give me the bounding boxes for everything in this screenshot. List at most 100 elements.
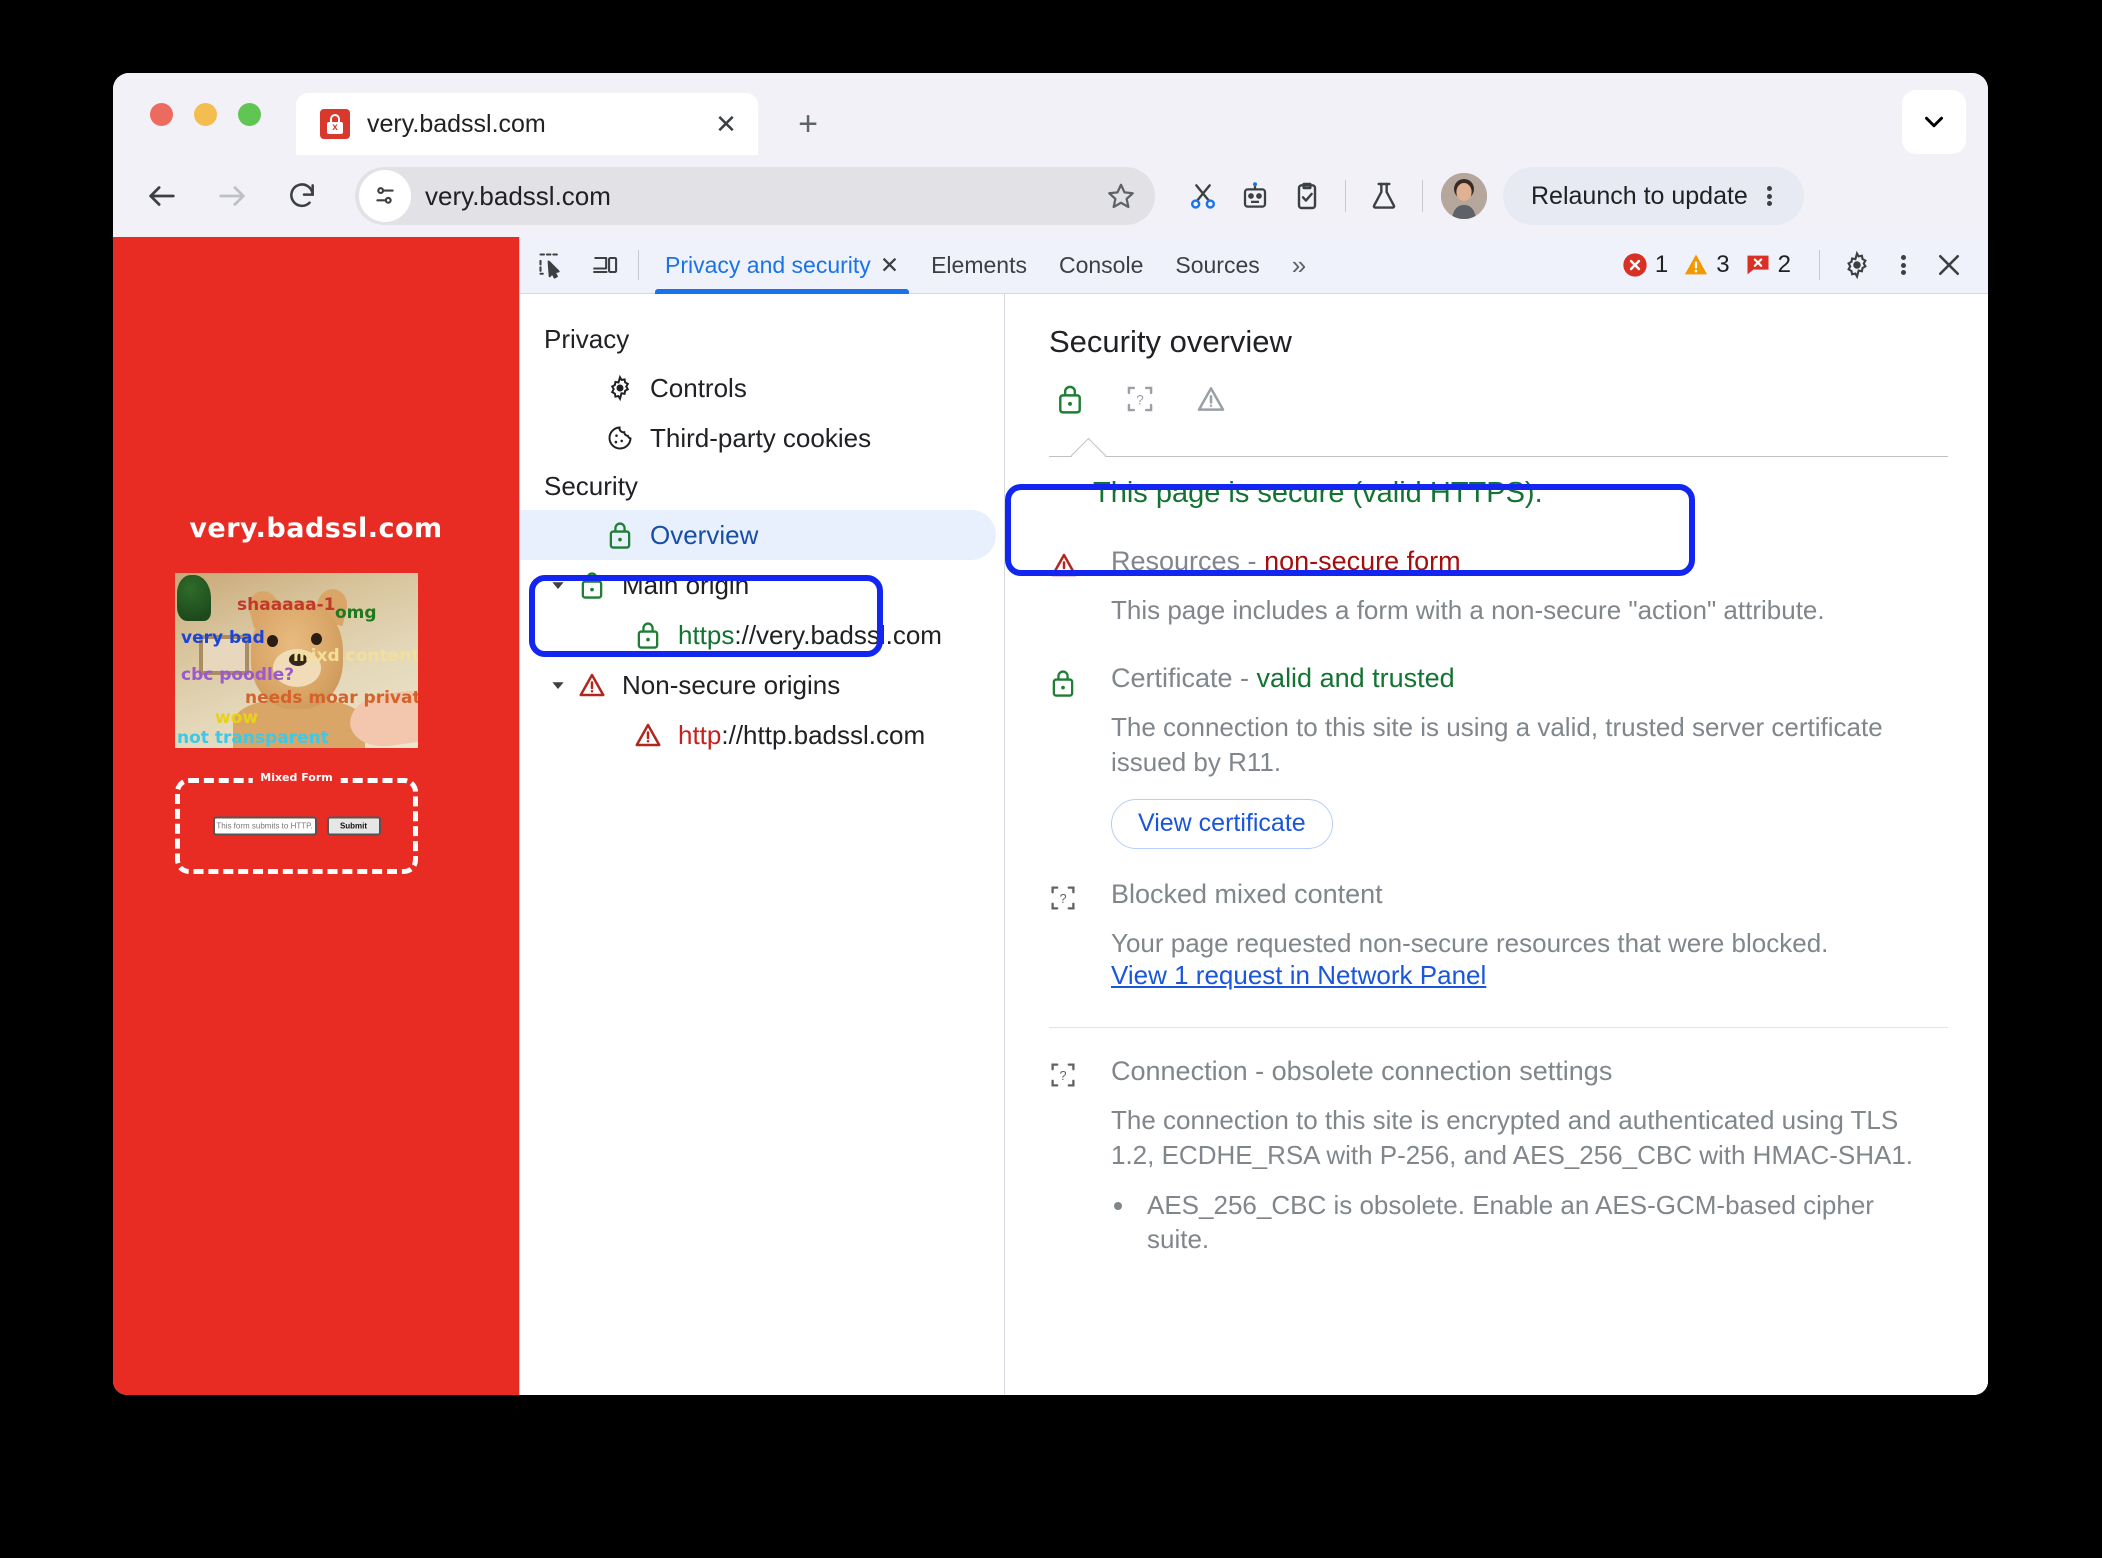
new-tab-button[interactable]: + — [785, 101, 831, 147]
flask-icon[interactable] — [1358, 170, 1410, 222]
doge-overlay-word: omg — [335, 603, 377, 623]
issue-count: 2 — [1777, 251, 1791, 278]
sidebar-item-controls[interactable]: Controls — [520, 363, 1004, 413]
security-block-status: valid and trusted — [1256, 663, 1455, 694]
sidebar-item-overview[interactable]: Overview — [520, 510, 996, 560]
tab-elements[interactable]: Elements — [915, 237, 1043, 294]
mixed-form-input[interactable]: This form submits to HTTP. — [212, 816, 317, 836]
gear-icon[interactable] — [1834, 242, 1880, 288]
kebab-menu-icon[interactable] — [1880, 242, 1926, 288]
lock-green-icon — [628, 619, 668, 651]
doge-overlay-word: shaaaaa-1 — [237, 595, 336, 615]
sidebar-item-third-party-cookies[interactable]: Third-party cookies — [520, 413, 1004, 463]
maximize-window-button[interactable] — [238, 103, 261, 126]
minimize-window-button[interactable] — [194, 103, 217, 126]
devtools-sidebar: Privacy Controls Third-party cookies Securi… — [520, 294, 1005, 1395]
security-block-description: Your page requested non-secure resources… — [1111, 927, 1829, 958]
sidebar-item-label: Main origin — [622, 569, 750, 600]
error-count: 1 — [1654, 251, 1669, 278]
svg-text:?: ? — [1136, 393, 1144, 408]
avatar[interactable] — [1441, 173, 1487, 219]
sidebar-item-main-origin[interactable]: Main origin — [520, 560, 1004, 610]
browser-tab[interactable]: x very.badssl.com ✕ — [296, 93, 758, 155]
sidebar-item-non-secure-origins[interactable]: Non-secure origins — [520, 660, 1004, 710]
security-block-description: This page includes a form with a non-sec… — [1111, 595, 1825, 625]
security-block-title: Connection - obsolete connection setting… — [1111, 1056, 1613, 1087]
page-viewport: very.badssl.com shaaaaa-1 omg very bad mixd… — [113, 237, 519, 1395]
sidebar-item-label: Third-party cookies — [650, 422, 872, 453]
sidebar-item-http-http-badssl-com[interactable]: http://http.badssl.com — [520, 710, 1004, 760]
security-block-content: Resources - non-secure form This page inc… — [1111, 546, 1948, 627]
mixed-form-submit-button[interactable]: Submit — [326, 816, 381, 836]
unknown-dashed-icon: ? — [1049, 1056, 1111, 1256]
close-tab-button[interactable]: ✕ — [706, 104, 746, 144]
toolbar-divider — [1345, 180, 1346, 212]
tab-console[interactable]: Console — [1043, 237, 1159, 294]
tab-label: Sources — [1175, 251, 1260, 278]
scissors-icon[interactable] — [1177, 170, 1229, 222]
page-title: Security overview — [1049, 324, 1292, 359]
view-requests-link[interactable]: View 1 request in Network Panel — [1111, 960, 1938, 991]
doge-overlay-word: not transparent — [177, 728, 329, 748]
sidebar-item-label: Overview — [650, 519, 759, 550]
security-block-title: Certificate - valid and trusted — [1111, 663, 1455, 694]
doge-overlay-word: wow — [215, 708, 259, 728]
robot-icon[interactable] — [1229, 170, 1281, 222]
warning-counter[interactable]: 3 — [1682, 251, 1730, 279]
lock-green-icon — [572, 569, 612, 601]
sidebar-section-privacy: Privacy — [544, 324, 630, 354]
tune-icon[interactable] — [359, 170, 411, 222]
back-arrow-icon[interactable] — [133, 167, 191, 225]
address-bar-url[interactable]: very.badssl.com — [425, 181, 1093, 212]
cookie-icon — [600, 424, 640, 452]
tab-label: Elements — [931, 251, 1027, 278]
unknown-dashed-icon: ? — [1125, 383, 1155, 420]
devtools-tabs: Privacy and security ✕ Elements Console Sour… — [649, 237, 1276, 294]
issue-counter[interactable]: 2 — [1744, 251, 1791, 279]
clipboard-check-icon[interactable] — [1281, 170, 1333, 222]
view-certificate-button[interactable]: View certificate — [1111, 798, 1333, 849]
warning-red-icon — [572, 670, 612, 700]
mixed-form-legend: Mixed Form — [252, 771, 341, 784]
security-overview-panel: Security overview ? This page is secure … — [1005, 294, 1988, 1395]
favicon-x-mark: x — [332, 122, 338, 133]
summary-notch — [1069, 435, 1107, 457]
lock-green-icon — [1055, 382, 1085, 421]
reload-icon[interactable] — [273, 167, 331, 225]
close-icon[interactable] — [1926, 242, 1972, 288]
svg-text:?: ? — [1059, 1069, 1066, 1083]
close-tab-icon[interactable]: ✕ — [880, 252, 899, 279]
security-block-certificate: Certificate - valid and trusted The conne… — [1049, 663, 1948, 879]
security-block-bullets: AES_256_CBC is obsolete. Enable an AES-G… — [1137, 1188, 1938, 1257]
tab-privacy-and-security[interactable]: Privacy and security ✕ — [649, 237, 915, 294]
chevron-down-icon[interactable] — [1902, 90, 1966, 154]
security-blocks: Resources - non-secure form This page inc… — [1049, 536, 1948, 1287]
lock-green-icon — [600, 519, 640, 551]
security-block-content: Certificate - valid and trusted The conne… — [1111, 663, 1948, 849]
tab-sources[interactable]: Sources — [1159, 237, 1275, 294]
content-area: very.badssl.com shaaaaa-1 omg very bad mixd… — [113, 237, 1988, 1395]
star-icon[interactable] — [1093, 168, 1149, 224]
security-block-content: Connection - obsolete connection setting… — [1111, 1056, 1948, 1256]
page-title: very.badssl.com — [189, 513, 443, 544]
chevron-down-icon[interactable] — [544, 576, 572, 594]
address-bar[interactable]: very.badssl.com — [355, 167, 1155, 225]
sidebar-item-https-very-badssl-com[interactable]: https://very.badssl.com — [520, 610, 1004, 660]
forward-arrow-icon[interactable] — [203, 167, 261, 225]
broken-lock-favicon: x — [320, 109, 350, 139]
relaunch-to-update-button[interactable]: Relaunch to update — [1503, 167, 1804, 225]
inspect-element-icon[interactable] — [528, 242, 574, 288]
security-block-resources: Resources - non-secure form This page inc… — [1049, 536, 1948, 663]
error-counter[interactable]: 1 — [1621, 251, 1668, 279]
tab-label: Privacy and security — [665, 251, 871, 278]
summary-divider — [1049, 435, 1948, 457]
close-window-button[interactable] — [150, 103, 173, 126]
device-toolbar-icon[interactable] — [582, 242, 628, 288]
tab-strip: x very.badssl.com ✕ + — [113, 73, 1988, 155]
security-block-connection: ? Connection - obsolete connection settin… — [1049, 1056, 1948, 1286]
window-traffic-lights — [150, 103, 261, 126]
devtools-divider — [638, 250, 639, 280]
kebab-menu-icon[interactable] — [1748, 170, 1792, 222]
chevron-down-icon[interactable] — [544, 676, 572, 694]
more-tabs-icon[interactable]: » — [1276, 250, 1322, 281]
